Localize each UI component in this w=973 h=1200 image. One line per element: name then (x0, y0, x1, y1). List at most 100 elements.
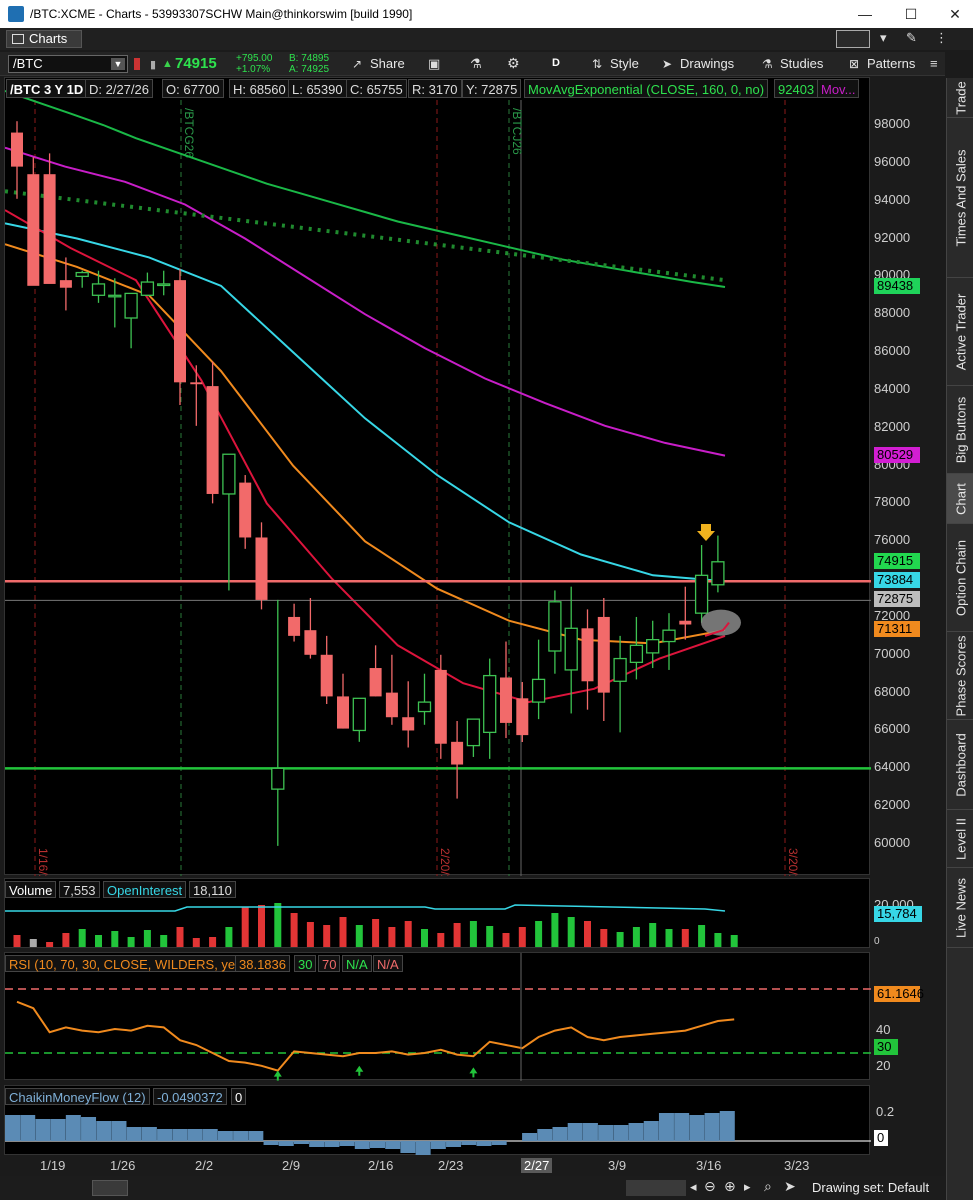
header-study-more: Mov... (817, 79, 860, 98)
price-badge-5: 71311 (874, 620, 920, 637)
cmf-bar-26 (400, 1141, 416, 1153)
change-pct: +1.07% (236, 64, 271, 75)
snapshot-icon[interactable]: ▣ (428, 56, 440, 72)
oi-box: 15,784 (874, 906, 922, 922)
ema-line-1 (5, 146, 726, 457)
sidebar-tab-option-chain[interactable]: Option Chain (947, 524, 973, 632)
pointer-icon[interactable]: ➤ (784, 1178, 796, 1195)
volume-bar-6 (111, 931, 119, 947)
cmf-bar-12 (187, 1129, 203, 1141)
cmf-bar-15 (233, 1131, 249, 1141)
toolbar-more-icon[interactable]: ≡ (930, 56, 938, 71)
magnifier-icon[interactable]: ⌕ (764, 1178, 772, 1195)
header-study: MovAvgExponential (CLOSE, 160, 0, no) (524, 79, 769, 98)
volume-bar-43 (714, 933, 722, 947)
close-button[interactable]: ✕ (940, 3, 970, 25)
aggregation-button[interactable]: D (552, 57, 560, 69)
cmf-bar-36 (552, 1127, 568, 1141)
minimize-button[interactable]: — (850, 3, 880, 25)
rsi-panel[interactable]: RSI (10, 70, 30, CLOSE, WILDERS, yes) 38… (4, 952, 871, 1081)
flask-icon[interactable]: ⚗ (470, 56, 482, 72)
volume-bar-34 (567, 917, 575, 947)
candle-body-35 (581, 628, 594, 682)
price-panel[interactable]: 1/16/26/BTCG26 2/20/26/BTCJ26 3/20/26 (4, 77, 871, 876)
scroll-left-icon[interactable]: ◂ (690, 1179, 697, 1195)
header-close: C: 65755 (346, 79, 407, 98)
pin-icon[interactable]: ✎ (906, 30, 917, 46)
studies-button[interactable]: ⚗ Studies (762, 54, 823, 74)
volume-bar-28 (469, 921, 477, 947)
x-axis-label-2: 2/2 (195, 1158, 214, 1173)
candle-body-30 (500, 677, 512, 723)
style-button[interactable]: ⇅ Style (592, 54, 639, 74)
zoom-in-icon[interactable]: ⊕ (724, 1178, 736, 1195)
cmf-bar-24 (370, 1141, 385, 1148)
share-button[interactable]: ↗ Share (352, 54, 405, 74)
maximize-button[interactable]: ☐ (896, 3, 926, 25)
sidebar-tab-trade[interactable]: Trade (947, 78, 973, 118)
rsi-line (16, 1000, 735, 1072)
scroll-right-icon[interactable]: ▸ (744, 1179, 751, 1195)
volume-bar-10 (176, 927, 184, 947)
cmf-bar-1 (20, 1115, 36, 1141)
volume-bar-23 (388, 927, 396, 947)
x-axis-label-8: 3/16 (696, 1158, 722, 1173)
volume-bar-26 (437, 933, 445, 947)
charts-tab[interactable]: Charts (6, 30, 82, 48)
scroll-handle[interactable] (92, 1180, 128, 1196)
sidebar-tab-level-ii[interactable]: Level II (947, 810, 973, 868)
patterns-button[interactable]: ⊠ Patterns (849, 54, 915, 74)
candle-body-42 (694, 574, 709, 614)
header-high: H: 68560 (229, 79, 290, 98)
menu-more-icon[interactable]: ▾ (880, 30, 887, 46)
volume-bar-40 (665, 929, 673, 947)
bid-value: B: 74895 (289, 53, 330, 64)
sidebar-tab-label: Dashboard (953, 732, 968, 797)
price-badge-1: 80529 (874, 446, 920, 463)
horizontal-scrollbar[interactable] (626, 1180, 686, 1196)
ema-line-4 (5, 209, 726, 704)
candle-body-5 (91, 283, 106, 296)
volume-bar-18 (306, 922, 314, 947)
cursor-icon: ➤ (662, 57, 673, 71)
cmf-bar-25 (385, 1141, 401, 1149)
candle-body-18 (304, 630, 317, 655)
cmf-bar-19 (293, 1141, 309, 1144)
sidebar-tab-big-buttons[interactable]: Big Buttons (947, 386, 973, 474)
sidebar-tab-live-news[interactable]: Live News (947, 868, 973, 948)
sidebar-tab-phase-scores[interactable]: Phase Scores (947, 632, 973, 720)
candle-body-22 (369, 668, 382, 697)
cmf-panel[interactable]: ChaikinMoneyFlow (12) -0.0490372 0 (4, 1085, 871, 1155)
alert-icon[interactable]: ▮ (150, 58, 156, 71)
zoom-out-icon[interactable]: ⊖ (704, 1178, 716, 1195)
charts-icon (12, 34, 24, 44)
drawing-set-label[interactable]: Drawing set: Default (812, 1180, 929, 1195)
ask-value: A: 74925 (289, 64, 330, 75)
price-badge-2: 74915 (874, 552, 920, 569)
right-sidebar: Trade Times And Sales Active Trader Big But… (946, 78, 973, 1200)
candle-body-26 (434, 669, 447, 744)
ema-dotted-line (5, 189, 726, 283)
sidebar-tab-dashboard[interactable]: Dashboard (947, 720, 973, 810)
menu-dots-icon[interactable]: ⋮ (935, 30, 948, 46)
symbol-dropdown-icon[interactable]: ▼ (111, 58, 125, 70)
volume-bar-12 (209, 937, 217, 947)
drawings-button[interactable]: ➤ Drawings (662, 54, 734, 74)
bottom-bar: ◂ ⊖ ⊕ ▸ ⌕ ➤ Drawing set: Default (0, 1176, 945, 1200)
settings-gear-icon[interactable]: ⚙ (507, 55, 520, 72)
sidebar-tab-active-trader[interactable]: Active Trader (947, 278, 973, 386)
volume-panel[interactable]: Volume 7,553 OpenInterest 18,110 (4, 878, 870, 948)
layout-box[interactable] (836, 30, 870, 48)
volume-bar-1 (29, 939, 37, 947)
cmf-bar-46 (704, 1113, 720, 1141)
symbol-input[interactable]: /BTC ▼ (8, 55, 128, 73)
volume-bar-41 (681, 929, 689, 947)
link-color-icon[interactable] (134, 58, 140, 70)
candle-body-11 (190, 382, 203, 385)
sidebar-tab-times-and-sales[interactable]: Times And Sales (947, 118, 973, 278)
price-axis-label-16: 66000 (874, 721, 911, 737)
sidebar-tab-chart[interactable]: Chart (947, 474, 973, 524)
rsi-30-box: 30 (874, 1039, 898, 1055)
volume-bar-31 (518, 927, 526, 947)
candle-body-8 (140, 281, 155, 296)
